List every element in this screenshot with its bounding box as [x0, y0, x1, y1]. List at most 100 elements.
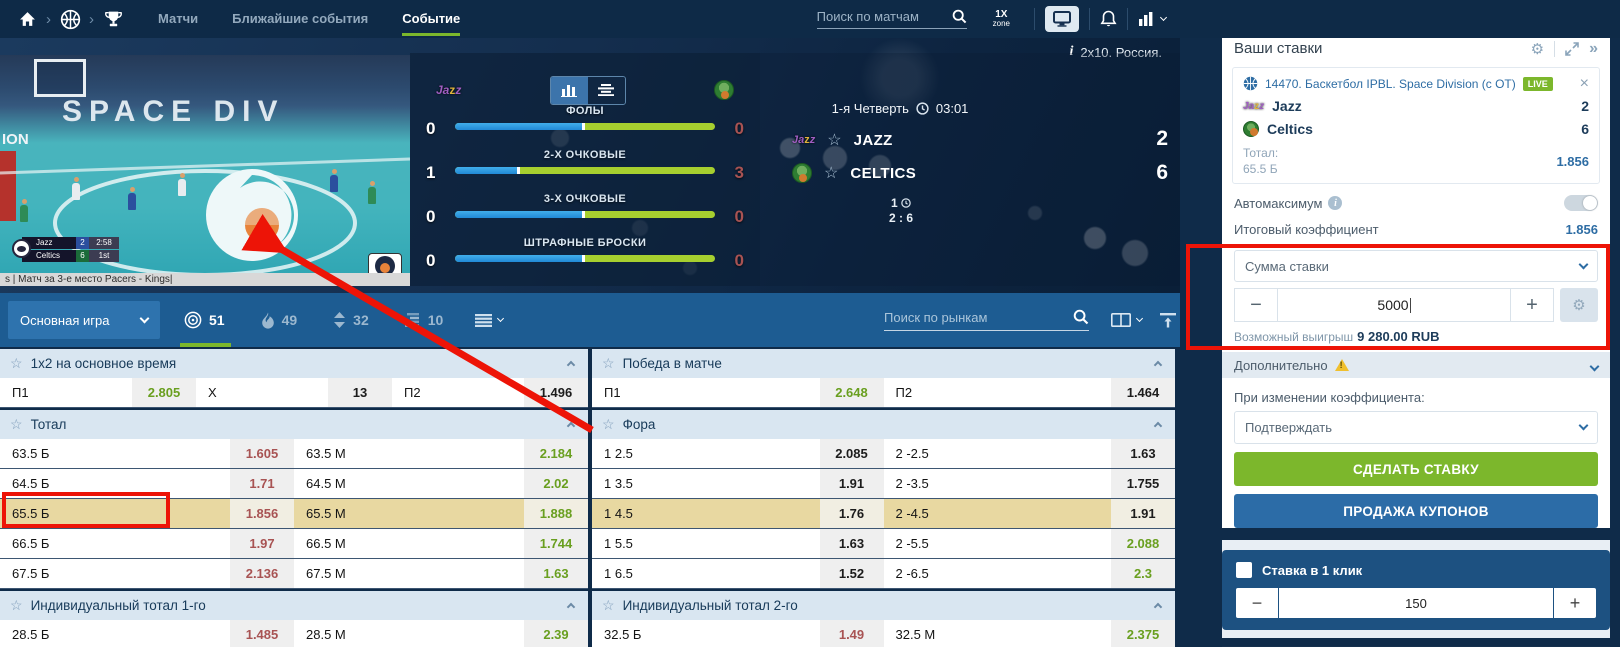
collapse-all-icon[interactable] — [1160, 313, 1176, 328]
odd-button[interactable]: 32.5 Б1.49 — [592, 620, 884, 647]
favorite-star-icon[interactable]: ☆ — [10, 597, 23, 614]
market-section-header[interactable]: ☆Индивидуальный тотал 2-го — [592, 591, 1175, 620]
market-section-header[interactable]: ☆Победа в матче — [592, 349, 1175, 378]
favorite-star-icon[interactable]: ☆ — [602, 597, 615, 614]
chevron-up-icon[interactable] — [567, 422, 575, 430]
odd-button[interactable]: 2 -4.51.91 — [884, 499, 1176, 528]
stats-bars-view-button[interactable] — [551, 77, 588, 104]
odd-name: 1 5.5 — [592, 529, 820, 558]
statistics-chart-icon[interactable] — [1138, 11, 1166, 27]
odd-button[interactable]: 66.5 Б1.97 — [0, 529, 294, 558]
breadcrumb-separator: › — [46, 11, 51, 28]
market-group-dropdown[interactable]: Основная игра — [8, 301, 160, 339]
sum-decrease-button[interactable]: − — [1234, 288, 1278, 322]
odd-button[interactable]: 64.5 Б1.71 — [0, 469, 294, 498]
remove-bet-icon[interactable]: × — [1580, 78, 1589, 90]
favorite-star-icon[interactable]: ☆ — [827, 130, 841, 150]
odd-button[interactable]: 63.5 Б1.605 — [0, 439, 294, 468]
columns-layout-icon[interactable] — [1111, 313, 1142, 327]
odd-button[interactable]: П12.805 — [0, 378, 196, 407]
odd-button[interactable]: 32.5 М2.375 — [884, 620, 1176, 647]
odd-button[interactable]: 64.5 М2.02 — [294, 469, 588, 498]
odd-button[interactable]: 2 -2.51.63 — [884, 439, 1176, 468]
odd-button[interactable]: 65.5 Б1.856 — [0, 499, 294, 528]
stream-monitor-icon[interactable] — [1045, 6, 1079, 32]
market-section-header[interactable]: ☆1х2 на основное время — [0, 349, 588, 378]
odd-button[interactable]: 67.5 М1.63 — [294, 559, 588, 588]
odd-button[interactable]: 67.5 Б2.136 — [0, 559, 294, 588]
match-search-input[interactable]: Поиск по матчам — [817, 9, 967, 29]
sum-settings-gear-icon[interactable]: ⚙ — [1560, 288, 1598, 322]
favorite-star-icon[interactable]: ☆ — [10, 416, 23, 433]
bell-notifications-icon[interactable] — [1100, 10, 1117, 28]
stats-lines-view-button[interactable] — [588, 77, 625, 104]
one-click-checkbox[interactable] — [1236, 562, 1252, 578]
odd-button[interactable]: 66.5 М1.744 — [294, 529, 588, 558]
odd-name: 2 -6.5 — [884, 559, 1112, 588]
odd-button[interactable]: 1 3.51.91 — [592, 469, 884, 498]
odd-button[interactable]: П21.464 — [884, 378, 1176, 407]
one-click-increase-button[interactable]: + — [1554, 588, 1596, 618]
markets-menu-icon[interactable] — [475, 314, 503, 327]
tab-matches[interactable]: Матчи — [158, 0, 198, 38]
tab-upcoming-events[interactable]: Ближайшие события — [232, 0, 368, 38]
chevron-up-icon[interactable] — [567, 361, 575, 369]
info-icon[interactable]: i — [1328, 196, 1342, 210]
odd-button[interactable]: 1 5.51.63 — [592, 529, 884, 558]
odd-button[interactable]: 28.5 М2.39 — [294, 620, 588, 647]
trophy-icon[interactable] — [102, 8, 124, 30]
bet-event-title[interactable]: 14470. Баскетбол IPBL. Space Division (с… — [1265, 77, 1516, 91]
odd-button[interactable]: 63.5 М2.184 — [294, 439, 588, 468]
odd-button[interactable]: Х13 — [196, 378, 392, 407]
place-bet-button[interactable]: СДЕЛАТЬ СТАВКУ — [1234, 452, 1598, 486]
odd-value: 2.136 — [230, 559, 294, 588]
chevron-up-icon[interactable] — [1154, 422, 1162, 430]
odd-button[interactable]: 2 -6.52.3 — [884, 559, 1176, 588]
bet-sum-dropdown[interactable]: Сумма ставки — [1234, 250, 1598, 282]
chevron-up-icon[interactable] — [1154, 603, 1162, 611]
favorite-star-icon[interactable]: ☆ — [824, 163, 838, 183]
favorite-star-icon[interactable]: ☆ — [602, 416, 615, 433]
odd-button[interactable]: 2 -5.52.088 — [884, 529, 1176, 558]
search-icon[interactable] — [1073, 309, 1089, 325]
chevron-up-icon[interactable] — [1154, 361, 1162, 369]
odd-name: 66.5 Б — [0, 529, 230, 558]
one-click-decrease-button[interactable]: − — [1236, 588, 1278, 618]
odd-button[interactable]: 1 6.51.52 — [592, 559, 884, 588]
additional-options-bar[interactable]: Дополнительно — [1222, 352, 1610, 378]
favorite-star-icon[interactable]: ☆ — [602, 355, 615, 372]
market-section-header[interactable]: ☆Тотал — [0, 410, 588, 439]
odd-button[interactable]: П21.496 — [392, 378, 588, 407]
coef-change-select[interactable]: Подтверждать — [1234, 411, 1598, 444]
odd-button[interactable]: 1 4.51.76 — [592, 499, 884, 528]
search-icon[interactable] — [952, 9, 967, 24]
filter-all-markets[interactable]: 51 — [184, 293, 225, 347]
collapse-panel-icon[interactable]: » — [1589, 40, 1598, 58]
home-icon[interactable] — [16, 8, 38, 30]
odd-name: 32.5 М — [884, 620, 1112, 647]
tab-event[interactable]: Событие — [402, 0, 460, 38]
automax-toggle[interactable] — [1564, 195, 1598, 211]
odd-button[interactable]: 65.5 М1.888 — [294, 499, 588, 528]
betslip-settings-gear-icon[interactable]: ⚙ — [1531, 40, 1544, 58]
favorite-star-icon[interactable]: ☆ — [10, 355, 23, 372]
market-search-input[interactable]: Поиск по рынкам — [884, 309, 1089, 331]
odd-button[interactable]: П12.648 — [592, 378, 884, 407]
chevron-up-icon[interactable] — [567, 603, 575, 611]
filter-handicaps-markets[interactable]: 32 — [333, 293, 369, 347]
basketball-sport-icon[interactable] — [59, 8, 81, 30]
one-click-amount-input[interactable]: 150 — [1279, 588, 1553, 618]
bet-sum-input[interactable]: 5000 — [1278, 288, 1510, 322]
market-section-header[interactable]: ☆Фора — [592, 410, 1175, 439]
odd-button[interactable]: 2 -3.51.755 — [884, 469, 1176, 498]
odd-button[interactable]: 1 2.52.085 — [592, 439, 884, 468]
sum-increase-button[interactable]: + — [1510, 288, 1554, 322]
odd-button[interactable]: 28.5 Б1.485 — [0, 620, 294, 647]
expand-icon[interactable] — [1565, 42, 1579, 56]
live-video-player[interactable]: SPACE DIV ION Jazz 2 2: — [0, 55, 410, 286]
sell-coupons-button[interactable]: ПРОДАЖА КУПОНОВ — [1234, 494, 1598, 528]
filter-popular-markets[interactable]: 49 — [261, 293, 298, 347]
onexzone-icon[interactable]: 1X zone — [993, 10, 1010, 28]
filter-totals-markets[interactable]: 10 — [405, 293, 444, 347]
market-section-header[interactable]: ☆Индивидуальный тотал 1-го — [0, 591, 588, 620]
